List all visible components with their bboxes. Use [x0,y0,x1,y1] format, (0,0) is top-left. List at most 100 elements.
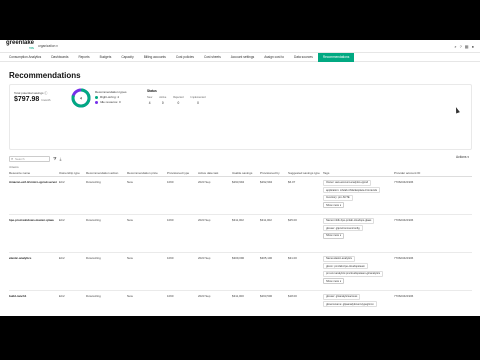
table-row[interactable]: Amazon-ec2-t2.micro-qprod-server EC2 Downs… [9,176,472,215]
cell-price: New [127,252,167,291]
cell-prov: $263,500 [260,290,288,316]
cell-tags: Owner: aws-account-analytics-qprod applic… [323,176,394,215]
actions-button[interactable]: Actions ▾ [456,155,469,159]
cell-date: 2023 Sep [198,176,232,215]
cell-account-id: 770623421906 [394,252,472,291]
top-bar: greenlake HPE organization ▾ ⌕ ? ▦ ● [0,40,480,53]
tab-cost-sheets[interactable]: Cost sheets [199,53,226,62]
tag-chip: glcuser: gljenvironmentconfig [323,225,363,231]
cell-prov: $305,100 [260,252,288,291]
tag-chip: Inventory: pro-SCTE [323,194,353,201]
cell-name[interactable]: elastic-analytics [9,252,59,291]
donut-center-value: 4 [80,96,83,101]
tag-chip: pm:env:analytics:pmcloudopsteam-glcanaly… [323,270,384,277]
cell-ptype: 1060 [167,290,198,316]
donut-legend: Recommendation types Right-sizing: 4 Idl… [95,90,127,105]
show-more-button[interactable]: Show more ▾ [323,232,345,239]
cell-account-id: 770623421906 [394,290,472,316]
savings-label: Total potential savings ⓘ [14,91,48,95]
cell-usable: $311,002 [232,214,260,253]
table-row[interactable]: build-ranch1 EC2 Downsizing New 1060 2023 Sep… [9,290,472,316]
tab-cost-policies[interactable]: Cost policies [171,53,199,62]
cell-tags: Name:mfolk-hpe-pmlab-cloudops-glaas glcus… [323,214,394,253]
table-row[interactable]: hpe-prod-windows-master-qmaa EC2 Downsizin… [9,214,472,253]
tab-account-settings[interactable]: Account settings [226,53,259,62]
summary-card: Total potential savings ⓘ $797.98 /month… [9,84,472,150]
cell-tags: Name:elastic-analytics glcom: pmclab-hpe-… [323,252,394,291]
item-count: 4 items [9,165,19,169]
filter-icon[interactable]: ⧩ [53,156,57,161]
tab-reports[interactable]: Reports [73,53,94,62]
cell-name[interactable]: Amazon-ec2-t2.micro-qprod-server [9,176,59,215]
org-selector[interactable]: organization ▾ [38,44,58,48]
cell-account-id: 770623421906 [394,176,472,215]
download-icon[interactable]: ⤓ [60,156,62,161]
cell-name[interactable]: hpe-prod-windows-master-qmaa [9,214,59,253]
tab-recommendations[interactable]: Recommendations [317,52,355,62]
tag-chip: Owner: aws-account-analytics-qprod [323,179,372,186]
cell-ownership: EC2 [59,290,86,316]
cell-usable: $311,000 [232,290,260,316]
tag-chip: Name:mfolk-hpe-pmlab-cloudops-glaas [323,217,375,224]
cell-action: Downsizing [86,290,127,316]
grid-icon[interactable]: ▦ [465,44,469,49]
tab-data-sources[interactable]: Data sources [289,53,318,62]
cell-ptype: 1060 [167,214,198,253]
tab-consumption-analytics[interactable]: Consumption Analytics [4,53,46,62]
cell-price: New [127,290,167,316]
recommendation-donut-chart: 4 [71,88,91,108]
status-rejected: Rejected 0 [173,96,184,105]
cell-ownership: EC2 [59,252,86,291]
page-title: Recommendations [9,71,81,80]
cell-tags: glcuser: glcanalyticsaccess glcsenvname: … [323,290,394,316]
cell-action: Downsizing [86,252,127,291]
savings-value: $797.98 /month [14,96,51,103]
help-icon[interactable]: ? [460,44,462,49]
cell-account-id: 770623421906 [394,214,472,253]
cell-prov: $292,994 [260,176,288,215]
tab-capacity[interactable]: Capacity [116,53,138,62]
table-row[interactable]: elastic-analytics EC2 Downsizing New 1060 202… [9,252,472,291]
tab-billing-accounts[interactable]: Billing accounts [139,53,171,62]
tag-chip: glcuser: glcanalyticsaccess [323,293,361,300]
cell-price: New [127,214,167,253]
search-input[interactable]: Search [9,155,50,162]
search-icon[interactable]: ⌕ [454,44,456,49]
cell-date: 2023 Sep [198,252,232,291]
nav-tabs: Consumption Analytics Dashboards Reports Bu… [0,52,480,62]
show-more-button[interactable]: Show more ▾ [323,278,345,284]
savings-block: Total potential savings ⓘ $797.98 /month [14,91,50,103]
show-more-button[interactable]: Show more ▾ [323,202,345,208]
cell-sugg: $25.00 [288,214,323,253]
legend-item-idle: Idle resource: 0 [95,100,127,105]
cell-ptype: 1060 [167,252,198,291]
cell-action: Downsizing [86,214,127,253]
cell-ownership: EC2 [59,214,86,253]
tab-assign-cost-to[interactable]: Assign cost to [259,53,289,62]
status-implemented: Implemented 0 [190,96,206,105]
status-title: Status [147,89,157,93]
cell-usable: $309,090 [232,252,260,291]
cell-name[interactable]: build-ranch1 [9,290,59,316]
status-block: Status New 4 Active 0 Rejected 0 Implemente… [147,89,206,105]
cell-price: New [127,176,167,215]
user-icon[interactable]: ● [472,44,474,49]
tab-budgets[interactable]: Budgets [95,53,117,62]
app-window: greenlake HPE organization ▾ ⌕ ? ▦ ● Cons… [0,40,480,316]
tag-chip: application: mfulab-CMarketplace-Fronten… [323,187,381,193]
top-icons: ⌕ ? ▦ ● [454,44,474,49]
cell-ptype: 1060 [167,176,198,215]
table-toolbar: Search ⧩ ⤓ [9,155,61,162]
cell-sugg: $31.00 [288,252,323,291]
cell-sugg: $6.07 [288,176,323,215]
cell-date: 2023 Sep [198,214,232,253]
tag-chip: glcsenvname: glpaanalyticsenvtypeglcmn [323,301,377,307]
cell-ownership: EC2 [59,176,86,215]
tag-chip: Name:elastic-analytics [323,255,355,262]
cell-action: Downsizing [86,176,127,215]
cell-sugg: $18.00 [288,290,323,316]
tab-dashboards[interactable]: Dashboards [46,53,73,62]
cell-usable: $293,994 [232,176,260,215]
cell-date: 2023 Sep [198,290,232,316]
greenlake-logo[interactable]: greenlake HPE [6,40,34,51]
